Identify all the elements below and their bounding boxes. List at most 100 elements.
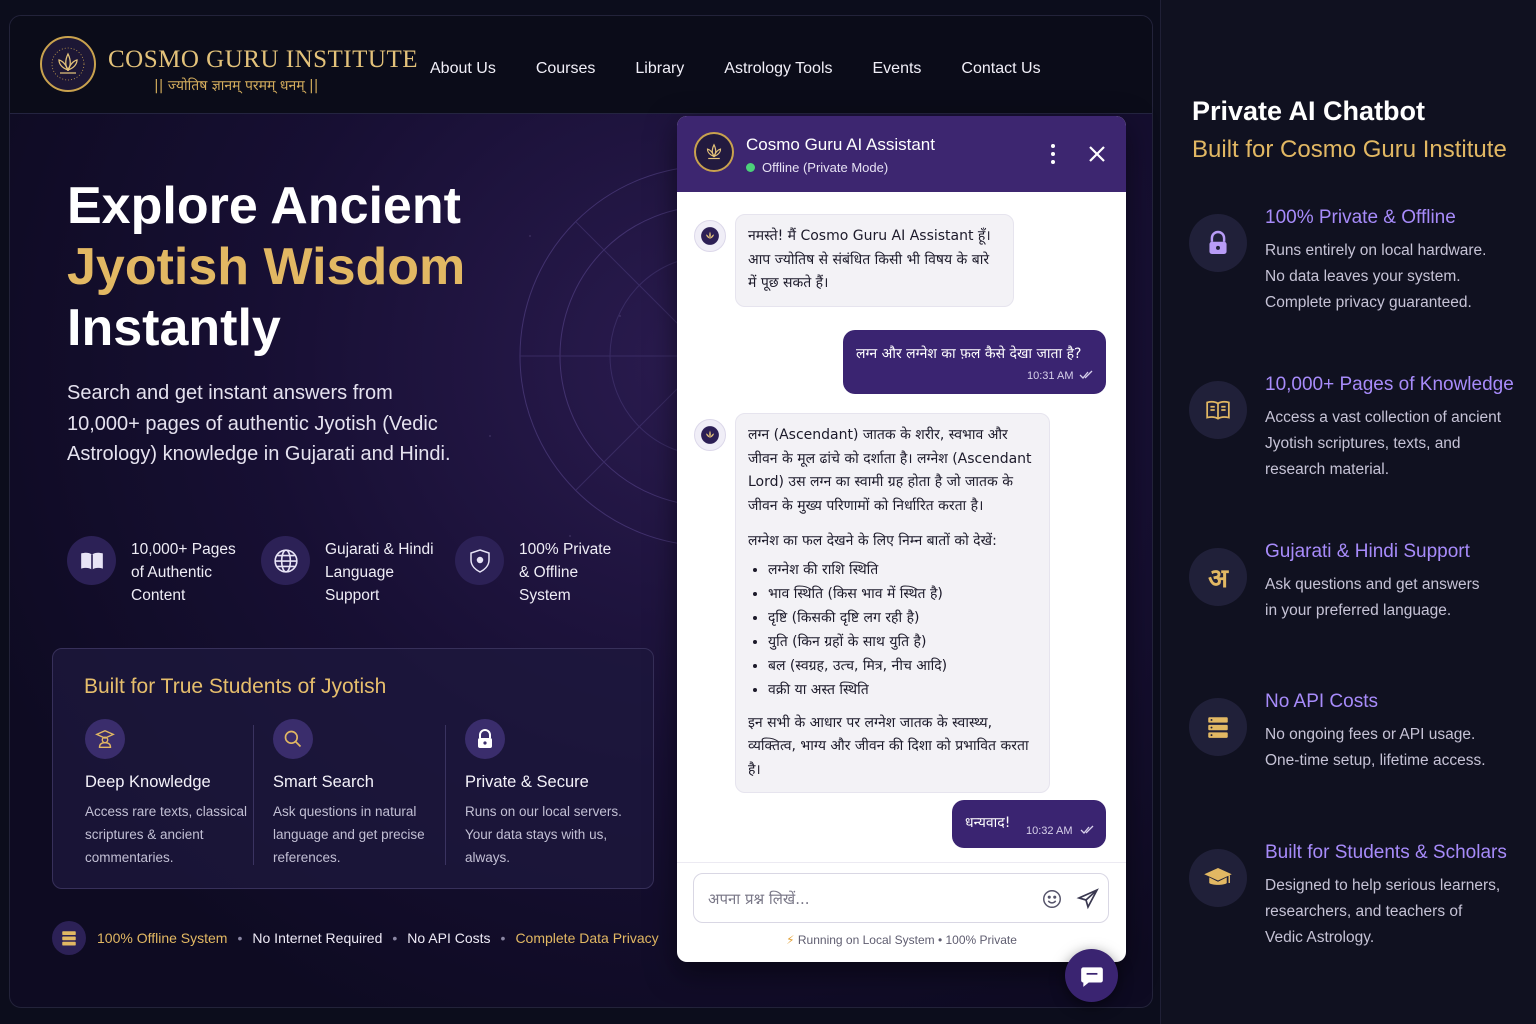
bot-message: नमस्ते! मैं Cosmo Guru AI Assistant हूँ।…: [735, 214, 1014, 307]
more-options-icon[interactable]: [1047, 140, 1059, 168]
panel-subtitle: Built for Cosmo Guru Institute: [1192, 136, 1507, 163]
hero-title-line3: Instantly: [67, 299, 281, 357]
panel-item-title: 10,000+ Pages of Knowledge: [1265, 374, 1514, 395]
info-panel: Private AI Chatbot Built for Cosmo Guru …: [1160, 0, 1536, 1024]
chat-bubble-icon: [1080, 966, 1103, 987]
feature-private-text: 100% Private & Offline System: [519, 541, 612, 604]
nav-astrology-tools[interactable]: Astrology Tools: [724, 60, 832, 78]
book-icon: [1189, 381, 1247, 439]
hero-title-line2: Jyotish Wisdom: [67, 238, 466, 296]
footer-no-internet: No Internet Required: [252, 930, 383, 946]
bot-answer-points: लग्नेश की राशि स्थिति भाव स्थिति (किस भा…: [768, 558, 1037, 702]
built-item-desc: Access rare texts, classical scriptures …: [85, 804, 248, 865]
bot-answer-outro: इन सभी के आधार पर लग्नेश जातक के स्वास्थ…: [748, 714, 1029, 778]
scholar-icon: [85, 719, 125, 759]
footer-no-api: No API Costs: [407, 930, 491, 946]
status-text: Offline (Private Mode): [762, 160, 889, 175]
nav-courses[interactable]: Courses: [536, 60, 596, 78]
feature-private: 100% Private & Offline System: [455, 536, 647, 607]
list-item: युति (किन ग्रहों के साथ युति है): [768, 630, 1037, 654]
built-item-desc: Runs on our local servers. Your data sta…: [465, 804, 622, 865]
hero-title: Explore Ancient Jyotish Wisdom Instantly: [67, 176, 465, 359]
search-icon: [273, 719, 313, 759]
nav-contact-us[interactable]: Contact Us: [961, 60, 1040, 78]
divider: [445, 725, 446, 865]
server-icon: [52, 921, 86, 955]
close-icon[interactable]: [1085, 142, 1109, 166]
message-input[interactable]: [708, 887, 1028, 911]
hero-features: 10,000+ Pages of Authentic Content Gujar…: [67, 536, 649, 607]
list-item: लग्नेश की राशि स्थिति: [768, 558, 1037, 582]
panel-item-desc: Access a vast collection of ancient Jyot…: [1265, 409, 1502, 478]
chat-footer: ⚡ Running on Local System • 100% Private: [677, 933, 1126, 947]
chat-footer-text: Running on Local System • 100% Private: [797, 933, 1017, 947]
lock-icon: [465, 719, 505, 759]
panel-item-title: Built for Students & Scholars: [1265, 842, 1507, 863]
assistant-avatar: [694, 132, 734, 172]
user-message: धन्यवाद! 10:32 AM: [952, 800, 1106, 848]
assistant-name: Cosmo Guru AI Assistant: [746, 135, 935, 154]
nav-library[interactable]: Library: [635, 60, 684, 78]
shield-icon: [455, 536, 504, 585]
user-message: लग्न और लग्नेश का फ़ल कैसे देखा जाता है?…: [843, 330, 1106, 394]
chat-input-box: [693, 873, 1109, 923]
separator: •: [392, 930, 398, 946]
built-item-title: Smart Search: [273, 773, 374, 791]
footer-strip: 100% Offline System • No Internet Requir…: [52, 921, 659, 955]
built-item-title: Deep Knowledge: [85, 773, 211, 791]
chat-launcher-button[interactable]: [1065, 949, 1118, 1002]
panel-item-title: 100% Private & Offline: [1265, 207, 1456, 228]
panel-item-desc: No ongoing fees or API usage. One-time s…: [1265, 726, 1486, 769]
list-item: बल (स्वग्रह, उत्च, मित्र, नीच आदि): [768, 654, 1037, 678]
emoji-icon[interactable]: [1041, 888, 1063, 910]
bot-answer-intro: लग्न (Ascendant) जातक के शरीर, स्वभाव और…: [748, 427, 1032, 514]
built-card-title: Built for True Students of Jyotish: [84, 675, 387, 698]
nav-about-us[interactable]: About Us: [430, 60, 496, 78]
book-icon: [67, 536, 116, 585]
lock-icon: [1189, 214, 1247, 272]
user-message-text: लग्न और लग्नेश का फ़ल कैसे देखा जाता है?: [856, 346, 1082, 362]
globe-icon: [261, 536, 310, 585]
built-for-students-card: Built for True Students of Jyotish Deep …: [52, 648, 654, 889]
panel-item-desc: Ask questions and get answers in your pr…: [1265, 576, 1480, 619]
read-receipt-icon: [1080, 825, 1094, 834]
bolt-icon: ⚡: [786, 933, 795, 947]
message-time: 10:31 AM: [1027, 370, 1074, 382]
panel-item-title: No API Costs: [1265, 691, 1378, 712]
panel-item-desc: Runs entirely on local hardware. No data…: [1265, 242, 1487, 311]
panel-item-title: Gujarati & Hindi Support: [1265, 541, 1470, 562]
list-item: भाव स्थिति (किस भाव में स्थित है): [768, 582, 1037, 606]
feature-language-text: Gujarati & Hindi Language Support: [325, 541, 434, 604]
message-time: 10:32 AM: [1026, 825, 1073, 837]
feature-language: Gujarati & Hindi Language Support: [261, 536, 453, 607]
separator: •: [500, 930, 506, 946]
nav-links: About Us Courses Library Astrology Tools…: [430, 60, 1081, 78]
bot-avatar: [694, 419, 726, 451]
bot-message-long: लग्न (Ascendant) जातक के शरीर, स्वभाव और…: [735, 413, 1050, 793]
brand-tagline: || ज्योतिष ज्ञानम् परमम् धनम् ||: [154, 78, 319, 94]
logo[interactable]: [40, 36, 96, 92]
chat-window: Cosmo Guru AI Assistant Offline (Private…: [677, 116, 1126, 962]
bot-avatar: [694, 220, 726, 252]
divider: [677, 862, 1126, 863]
language-icon: अ: [1189, 548, 1247, 606]
graduation-cap-icon: [1189, 849, 1247, 907]
feature-pages-text: 10,000+ Pages of Authentic Content: [131, 541, 236, 604]
send-icon[interactable]: [1076, 887, 1100, 911]
navbar: COSMO GURU INSTITUTE || ज्योतिष ज्ञानम् …: [10, 16, 1152, 114]
lotus-icon: [701, 227, 719, 245]
built-item-private-secure: Private & Secure Runs on our local serve…: [465, 719, 645, 869]
nav-events[interactable]: Events: [873, 60, 922, 78]
bot-answer-lead: लग्नेश का फल देखने के लिए निम्न बातों को…: [748, 533, 997, 549]
user-message-text: धन्यवाद!: [965, 815, 1011, 831]
status-dot: [746, 163, 755, 172]
footer-offline: 100% Offline System: [97, 930, 228, 946]
lotus-icon: [51, 47, 85, 81]
panel-item-desc: Designed to help serious learners, resea…: [1265, 877, 1501, 946]
read-receipt-icon: [1079, 370, 1093, 379]
hero-title-line1: Explore Ancient: [67, 177, 461, 235]
built-item-desc: Ask questions in natural language and ge…: [273, 804, 425, 865]
panel-title: Private AI Chatbot: [1192, 96, 1426, 126]
built-item-deep-knowledge: Deep Knowledge Access rare texts, classi…: [85, 719, 265, 869]
list-item: दृष्टि (किसकी दृष्टि लग रही है): [768, 606, 1037, 630]
